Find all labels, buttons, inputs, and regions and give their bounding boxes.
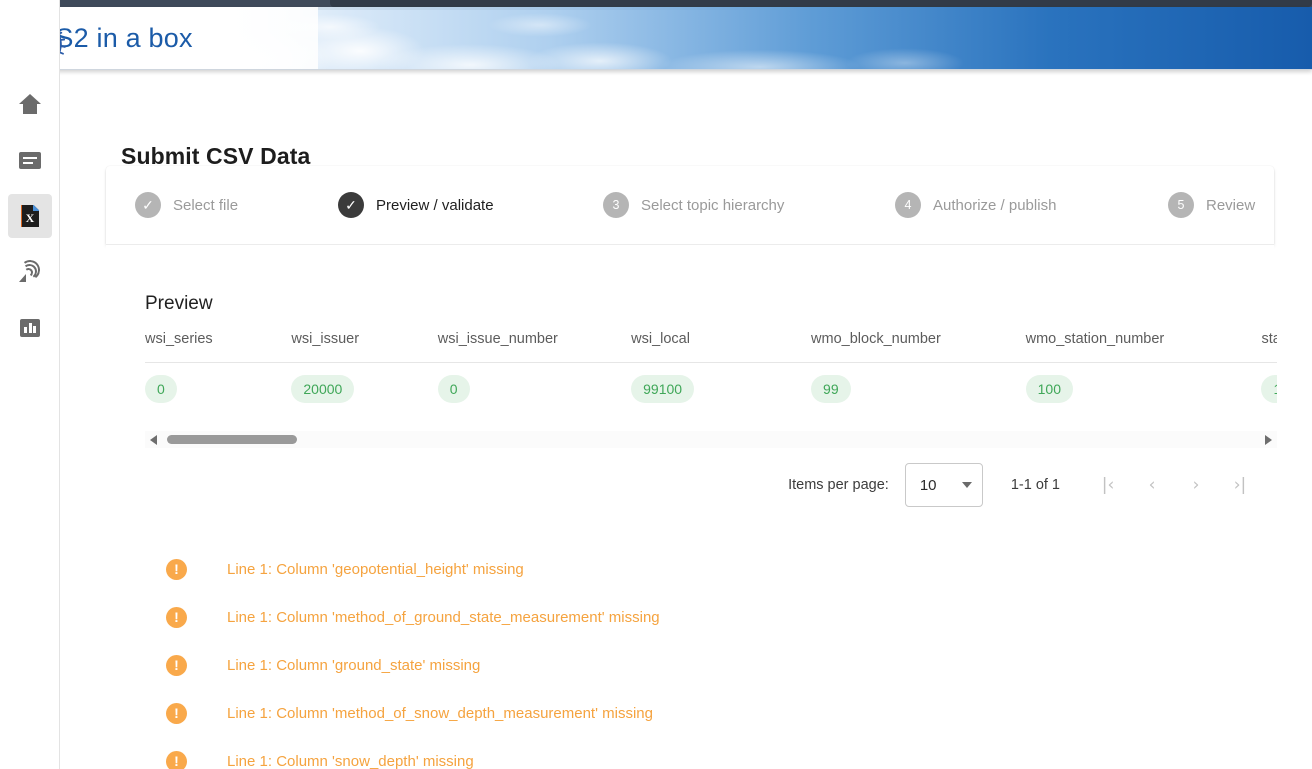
items-per-page-select[interactable]: 10 — [904, 463, 983, 507]
step-preview-validate[interactable]: ✓ Preview / validate — [338, 192, 494, 218]
bar-chart-icon — [20, 319, 40, 337]
chevron-down-icon — [961, 482, 972, 488]
step-label-3: Select topic hierarchy — [641, 196, 785, 214]
value-chip: 1 — [1261, 375, 1277, 403]
cell-wsi-issue-number: 0 — [437, 363, 631, 416]
first-page-button[interactable]: |‹ — [1086, 463, 1130, 507]
sidebar-item-datasets[interactable] — [8, 138, 52, 182]
preview-panel: Preview wsi_series wsi_issuer wsi_issue_… — [106, 244, 1277, 769]
main-content: Submit CSV Data ✓ Select file ✓ Preview … — [60, 70, 1312, 769]
warning-icon: ! — [166, 558, 187, 580]
preview-table-body: 0 20000 0 99100 99 100 1 — [145, 363, 1277, 416]
warning-icon: ! — [166, 654, 187, 676]
cell-wsi-series: 0 — [145, 363, 291, 416]
step-badge-5: 5 — [1168, 192, 1194, 218]
app-toolbar: WIS2 in a box — [0, 7, 1312, 70]
value-chip: 0 — [437, 375, 470, 403]
next-page-button[interactable]: › — [1174, 463, 1218, 507]
last-page-button[interactable]: ›| — [1218, 463, 1262, 507]
value-chip: 100 — [1025, 375, 1073, 403]
list-item: ! Line 1: Column 'snow_depth' missing — [166, 737, 1226, 769]
step-authorize-publish[interactable]: 4 Authorize / publish — [895, 192, 1056, 218]
column-header-station-type[interactable]: station_type — [1261, 317, 1277, 363]
cell-wmo-block-number: 99 — [811, 363, 1026, 416]
previous-page-button[interactable]: ‹ — [1130, 463, 1174, 507]
app-shell: X WIS2 in a box Submit CSV Data ✓ Select… — [0, 0, 1312, 769]
validation-warnings-list: ! Line 1: Column 'geopotential_height' m… — [166, 545, 1226, 769]
table-row: 0 20000 0 99100 99 100 1 — [145, 363, 1277, 416]
scroll-left-arrow-icon[interactable] — [150, 435, 157, 445]
value-chip: 20000 — [291, 375, 355, 403]
column-header-wmo-block-number[interactable]: wmo_block_number — [811, 317, 1026, 363]
sidebar-item-submit-csv[interactable]: X — [8, 194, 52, 238]
horizontal-scrollbar[interactable] — [145, 431, 1277, 448]
step-badge-4: 4 — [895, 192, 921, 218]
column-header-wmo-station-number[interactable]: wmo_station_number — [1025, 317, 1262, 363]
step-label-1: Select file — [173, 196, 239, 214]
step-review[interactable]: 5 Review — [1168, 192, 1255, 218]
warning-icon: ! — [166, 606, 187, 628]
home-icon — [19, 94, 41, 114]
column-header-wsi-local[interactable]: wsi_local — [631, 317, 812, 363]
items-per-page-label: Items per page: — [788, 477, 889, 493]
warning-message: Line 1: Column 'ground_state' missing — [227, 656, 481, 674]
table-header-row: wsi_series wsi_issuer wsi_issue_number w… — [145, 317, 1277, 363]
warning-icon: ! — [166, 702, 187, 724]
step-select-file[interactable]: ✓ Select file — [135, 192, 238, 218]
warning-message: Line 1: Column 'method_of_ground_state_m… — [227, 608, 660, 626]
sidebar-items: X — [0, 78, 60, 362]
preview-table-scroll-container[interactable]: wsi_series wsi_issuer wsi_issue_number w… — [145, 317, 1277, 429]
list-item: ! Line 1: Column 'ground_state' missing — [166, 641, 1226, 689]
step-badge-3: 3 — [603, 192, 629, 218]
column-header-wsi-issuer[interactable]: wsi_issuer — [291, 317, 438, 363]
step-label-2: Preview / validate — [376, 196, 494, 214]
value-chip: 99 — [811, 375, 851, 403]
sidebar-item-monitoring[interactable] — [8, 306, 52, 350]
cell-wmo-station-number: 100 — [1025, 363, 1262, 416]
cell-station-type: 1 — [1261, 363, 1277, 416]
step-label-5: Review — [1206, 196, 1256, 214]
page-range-label: 1-1 of 1 — [1010, 477, 1060, 493]
sidebar-item-broadcast[interactable] — [8, 250, 52, 294]
cell-wsi-local: 99100 — [631, 363, 811, 416]
column-header-wsi-series[interactable]: wsi_series — [145, 317, 292, 363]
column-header-wsi-issue-number[interactable]: wsi_issue_number — [437, 317, 632, 363]
sidebar-item-home[interactable] — [8, 82, 52, 126]
value-chip: 99100 — [631, 375, 695, 403]
step-label-4: Authorize / publish — [933, 196, 1057, 214]
items-per-page-value: 10 — [919, 476, 937, 494]
list-item: ! Line 1: Column 'method_of_ground_state… — [166, 593, 1226, 641]
warning-message: Line 1: Column 'geopotential_height' mis… — [227, 560, 524, 578]
scroll-right-arrow-icon[interactable] — [1265, 435, 1272, 445]
broadcast-icon — [18, 258, 42, 283]
step-badge-1: ✓ — [135, 192, 161, 218]
step-badge-2: ✓ — [338, 192, 364, 218]
sidebar: X — [0, 0, 60, 769]
csv-file-icon: X — [21, 205, 39, 227]
stepper: ✓ Select file ✓ Preview / validate 3 Sel… — [106, 166, 1274, 244]
value-chip: 0 — [145, 375, 177, 403]
list-item: ! Line 1: Column 'method_of_snow_depth_m… — [166, 689, 1226, 737]
scrollbar-thumb[interactable] — [167, 435, 297, 444]
preview-title: Preview — [145, 292, 213, 314]
step-select-topic-hierarchy[interactable]: 3 Select topic hierarchy — [603, 192, 784, 218]
list-item: ! Line 1: Column 'geopotential_height' m… — [166, 545, 1226, 593]
cell-wsi-issuer: 20000 — [291, 363, 437, 416]
preview-table-head: wsi_series wsi_issuer wsi_issue_number w… — [145, 317, 1277, 363]
warning-icon: ! — [166, 750, 187, 769]
warning-message: Line 1: Column 'method_of_snow_depth_mea… — [227, 704, 653, 722]
card-list-icon — [19, 151, 41, 169]
preview-table: wsi_series wsi_issuer wsi_issue_number w… — [145, 317, 1277, 415]
paginator: Items per page: 10 1-1 of 1 |‹ ‹ › ›| — [788, 457, 1262, 513]
warning-message: Line 1: Column 'snow_depth' missing — [227, 752, 474, 769]
